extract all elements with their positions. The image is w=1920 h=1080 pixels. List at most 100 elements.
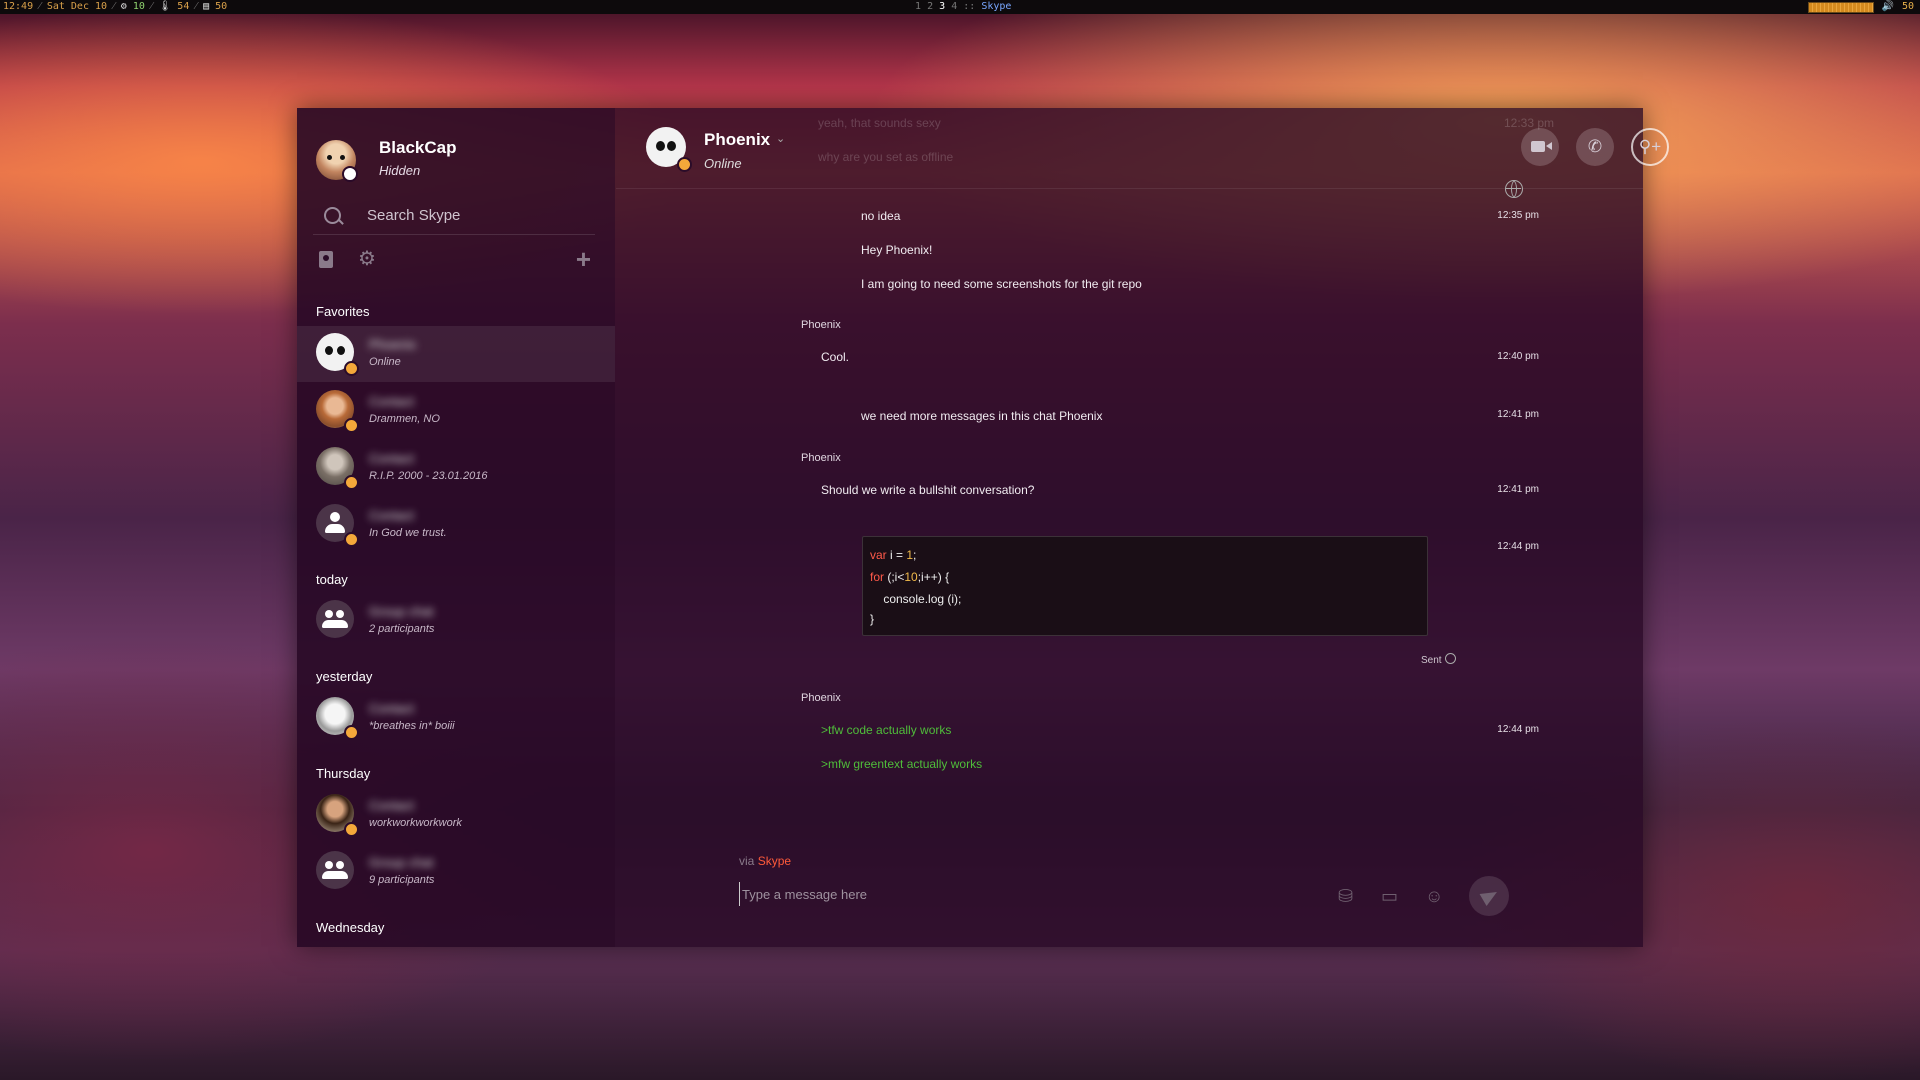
contact-mood: 9 participants bbox=[369, 874, 435, 886]
contact-card-icon[interactable]: ▭ bbox=[1381, 886, 1398, 907]
chat-header: Phoenix ⌄ Online yeah, that sounds sexy … bbox=[616, 108, 1669, 189]
contact-mood: Drammen, NO bbox=[369, 413, 440, 425]
clock: 12:49 bbox=[3, 1, 34, 12]
code-block: var i = 1; for (;i<10;i++) { console.log… bbox=[862, 536, 1428, 636]
active-app-title: Skype bbox=[981, 1, 1012, 12]
sidebar-toolbar: ⚙ + bbox=[313, 246, 595, 273]
message-sender: Phoenix bbox=[801, 452, 841, 464]
message-text: >tfw code actually works bbox=[821, 723, 952, 737]
skype-window: BlackCap Hidden ⚙ + Favorites Phoenix On… bbox=[297, 108, 1669, 947]
contact-name: Contact bbox=[369, 394, 414, 409]
contact-mood: In God we trust. bbox=[369, 527, 447, 539]
presence-hidden-icon bbox=[342, 166, 358, 182]
contact-item[interactable]: Group chat 2 participants bbox=[297, 593, 615, 649]
via-prefix: via bbox=[739, 854, 755, 868]
video-camera-icon bbox=[1531, 141, 1545, 152]
voice-call-button[interactable]: ✆ bbox=[1576, 128, 1614, 166]
contact-item[interactable]: Contact R.I.P. 2000 - 23.01.2016 bbox=[297, 440, 615, 496]
emoji-icon[interactable]: ☺ bbox=[1425, 886, 1443, 907]
message-time: 12:44 pm bbox=[1497, 541, 1539, 552]
contact-name: Group chat bbox=[369, 604, 434, 619]
status-away-icon bbox=[677, 157, 692, 172]
video-call-button[interactable] bbox=[1521, 128, 1559, 166]
via-app[interactable]: Skype bbox=[758, 854, 791, 868]
chat-title[interactable]: Phoenix bbox=[704, 130, 770, 150]
faded-time: 12:33 pm bbox=[1504, 116, 1555, 130]
workspace-4[interactable]: 4 bbox=[951, 1, 957, 12]
faded-message: why are you set as offline bbox=[818, 150, 954, 164]
message-sender: Phoenix bbox=[801, 319, 841, 331]
contact-mood: 2 participants bbox=[369, 623, 435, 635]
contact-name: Group chat bbox=[369, 855, 434, 870]
message-text: Hey Phoenix! bbox=[861, 243, 933, 257]
contact-item[interactable]: Contact In God we trust. bbox=[297, 497, 615, 553]
status-right: 🔊 50 bbox=[1807, 0, 1914, 14]
mem-value: 50 bbox=[215, 1, 228, 12]
battery-bar bbox=[1807, 1, 1874, 13]
section-wednesday: Wednesday bbox=[316, 920, 385, 935]
status-away-icon bbox=[344, 725, 359, 740]
volume-value: 50 bbox=[1901, 1, 1914, 12]
contact-item[interactable]: Group chat 9 participants bbox=[297, 844, 615, 900]
avatar bbox=[316, 600, 354, 638]
chevron-down-icon[interactable]: ⌄ bbox=[776, 132, 785, 145]
search-icon bbox=[324, 207, 341, 224]
status-away-icon bbox=[344, 361, 359, 376]
profile-status[interactable]: Hidden bbox=[379, 163, 420, 178]
add-person-icon: ⚲+ bbox=[1638, 137, 1662, 156]
search-box[interactable] bbox=[313, 196, 595, 235]
faded-message: yeah, that sounds sexy bbox=[818, 116, 941, 130]
contacts-book-icon[interactable] bbox=[319, 251, 333, 268]
workspace-2[interactable]: 2 bbox=[927, 1, 933, 12]
date: Sat Dec 10 bbox=[46, 1, 108, 12]
profile-avatar[interactable] bbox=[316, 140, 358, 182]
sidebar: BlackCap Hidden ⚙ + Favorites Phoenix On… bbox=[297, 108, 615, 947]
gear-icon[interactable]: ⚙ bbox=[358, 248, 376, 270]
status-away-icon bbox=[344, 822, 359, 837]
contact-name: Contact bbox=[369, 798, 414, 813]
section-today: today bbox=[316, 572, 348, 587]
message-text: no idea bbox=[861, 209, 901, 223]
avatar bbox=[316, 851, 354, 889]
contact-item[interactable]: Phoenix Online bbox=[297, 326, 615, 382]
contact-mood: workworkworkwork bbox=[369, 817, 462, 829]
message-sender: Phoenix bbox=[801, 692, 841, 704]
contact-name: Contact bbox=[369, 508, 414, 523]
status-bar: 12:49 ⁄ Sat Dec 10 ⁄ ⚙ 10 ⁄ 🌡 54 ⁄ ▤ 50 … bbox=[0, 0, 1920, 14]
profile-name[interactable]: BlackCap bbox=[379, 138, 456, 158]
message-input[interactable] bbox=[739, 882, 1344, 906]
phone-icon: ✆ bbox=[1587, 137, 1603, 156]
message-text: Should we write a bullshit conversation? bbox=[821, 483, 1035, 497]
sent-indicator: Sent bbox=[1421, 653, 1456, 666]
section-thursday: Thursday bbox=[316, 766, 371, 781]
message-time: 12:40 pm bbox=[1497, 351, 1539, 362]
workspace-1[interactable]: 1 bbox=[915, 1, 921, 12]
message-text: Cool. bbox=[821, 350, 850, 364]
add-participant-button[interactable]: ⚲+ bbox=[1631, 128, 1669, 166]
chat-status: Online bbox=[704, 156, 742, 171]
message-time: 12:44 pm bbox=[1497, 724, 1539, 735]
contact-mood: *breathes in* boiii bbox=[369, 720, 455, 732]
plus-icon[interactable]: + bbox=[576, 246, 591, 272]
message-text: we need more messages in this chat Phoen… bbox=[861, 409, 1103, 423]
contact-name: Phoenix bbox=[369, 337, 416, 352]
send-button[interactable] bbox=[1469, 876, 1509, 916]
temp-value: 54 bbox=[177, 1, 190, 12]
message-text: I am going to need some screenshots for … bbox=[861, 277, 1142, 291]
status-away-icon bbox=[344, 418, 359, 433]
contact-item[interactable]: Contact Drammen, NO bbox=[297, 383, 615, 439]
section-favorites: Favorites bbox=[316, 304, 370, 319]
contact-name: Contact bbox=[369, 701, 414, 716]
globe-icon[interactable] bbox=[1505, 180, 1523, 198]
contact-item[interactable]: Contact workworkworkwork bbox=[297, 787, 615, 843]
contact-item[interactable]: Contact *breathes in* boiii bbox=[297, 690, 615, 746]
workspace-3[interactable]: 3 bbox=[939, 1, 945, 12]
status-away-icon bbox=[344, 475, 359, 490]
contact-name: Contact bbox=[369, 451, 414, 466]
contact-mood: Online bbox=[369, 356, 401, 368]
status-away-icon bbox=[344, 532, 359, 547]
message-time: 12:41 pm bbox=[1497, 484, 1539, 495]
compose-box[interactable] bbox=[739, 882, 1344, 906]
search-input[interactable] bbox=[365, 204, 589, 226]
media-icon[interactable]: ⛁ bbox=[1338, 886, 1353, 907]
